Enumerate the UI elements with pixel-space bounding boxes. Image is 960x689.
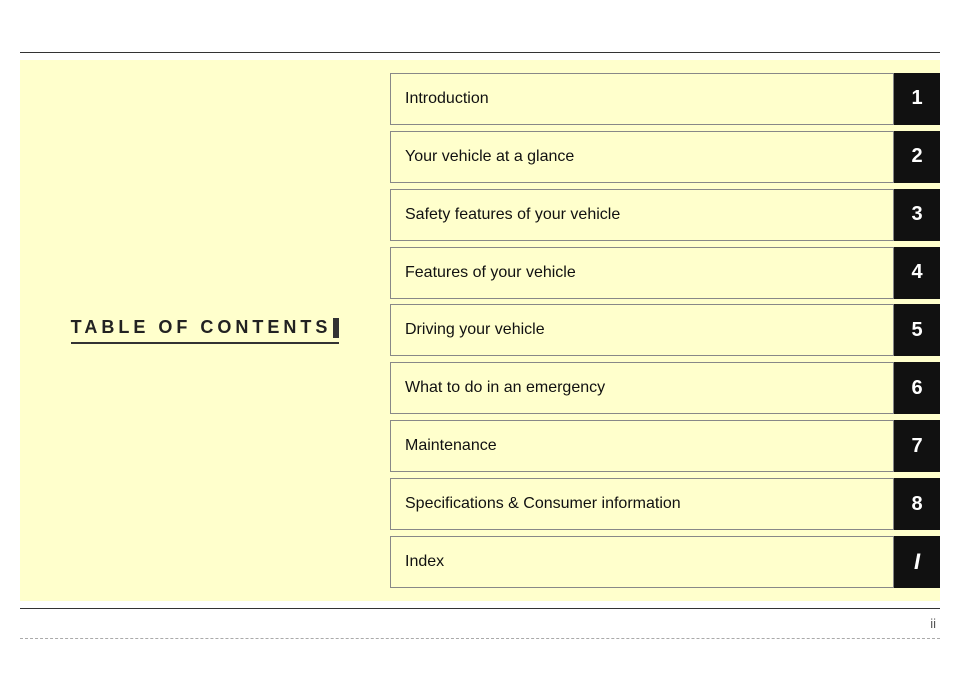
toc-item-index[interactable]: IndexI: [390, 536, 940, 588]
toc-number-safety-features: 3: [894, 189, 940, 241]
toc-label-introduction: Introduction: [390, 73, 894, 125]
toc-item-vehicle-at-glance[interactable]: Your vehicle at a glance2: [390, 131, 940, 183]
toc-label-driving-vehicle: Driving your vehicle: [390, 304, 894, 356]
top-divider: [20, 52, 940, 53]
toc-label-safety-features: Safety features of your vehicle: [390, 189, 894, 241]
toc-title: TABLE OF CONTENTS: [71, 317, 340, 344]
toc-label-maintenance: Maintenance: [390, 420, 894, 472]
toc-label-index: Index: [390, 536, 894, 588]
toc-item-safety-features[interactable]: Safety features of your vehicle3: [390, 189, 940, 241]
toc-number-driving-vehicle: 5: [894, 304, 940, 356]
main-content: TABLE OF CONTENTS Introduction1Your vehi…: [20, 60, 940, 601]
toc-item-emergency[interactable]: What to do in an emergency6: [390, 362, 940, 414]
toc-label-vehicle-at-glance: Your vehicle at a glance: [390, 131, 894, 183]
toc-number-index: I: [894, 536, 940, 588]
toc-number-features-of-vehicle: 4: [894, 247, 940, 299]
page-number: ii: [930, 616, 936, 631]
toc-number-specifications: 8: [894, 478, 940, 530]
toc-list: Introduction1Your vehicle at a glance2Sa…: [390, 60, 940, 601]
left-panel: TABLE OF CONTENTS: [20, 60, 390, 601]
toc-item-driving-vehicle[interactable]: Driving your vehicle5: [390, 304, 940, 356]
toc-item-maintenance[interactable]: Maintenance7: [390, 420, 940, 472]
toc-label-specifications: Specifications & Consumer information: [390, 478, 894, 530]
toc-number-maintenance: 7: [894, 420, 940, 472]
toc-item-introduction[interactable]: Introduction1: [390, 73, 940, 125]
toc-item-features-of-vehicle[interactable]: Features of your vehicle4: [390, 247, 940, 299]
toc-number-introduction: 1: [894, 73, 940, 125]
toc-label-emergency: What to do in an emergency: [390, 362, 894, 414]
bottom-divider: [20, 608, 940, 609]
toc-number-vehicle-at-glance: 2: [894, 131, 940, 183]
toc-number-emergency: 6: [894, 362, 940, 414]
toc-item-specifications[interactable]: Specifications & Consumer information8: [390, 478, 940, 530]
cursor-block: [333, 318, 339, 338]
toc-label-features-of-vehicle: Features of your vehicle: [390, 247, 894, 299]
dashed-divider: [20, 638, 940, 639]
